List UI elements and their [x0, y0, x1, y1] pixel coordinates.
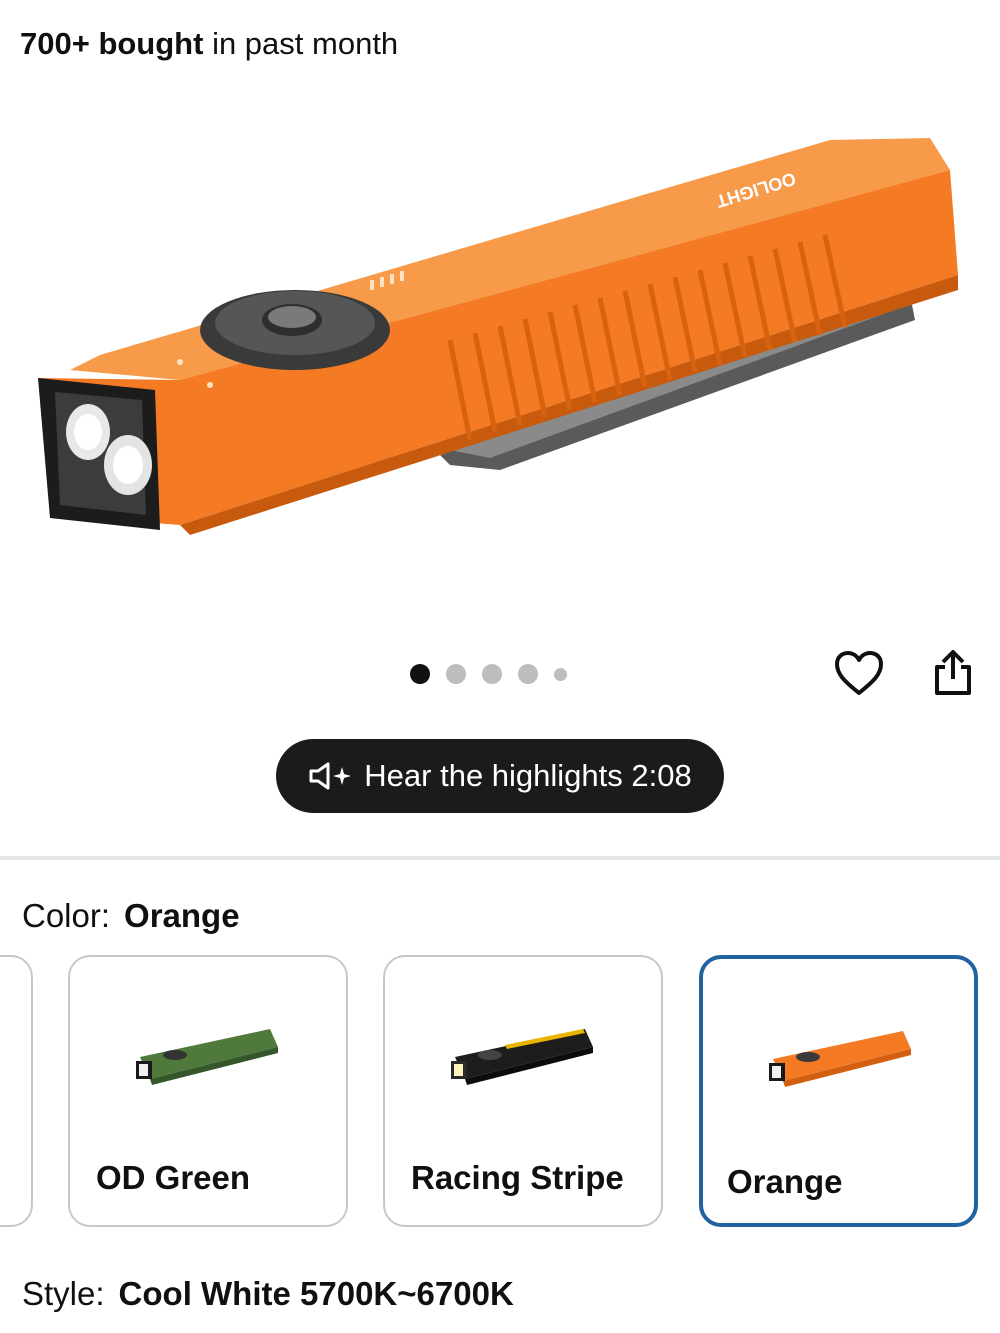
- carousel-dot[interactable]: [554, 667, 567, 681]
- product-page: 700+ bought in past month OOLIGHT Hear t…: [0, 0, 1000, 1333]
- hear-highlights-button[interactable]: Hear the highlights 2:08: [276, 739, 724, 813]
- image-carousel-dots[interactable]: [410, 660, 567, 688]
- style-label: Style:: [22, 1275, 105, 1312]
- swatch-label: OD Green: [96, 1159, 251, 1196]
- share-icon: [935, 650, 971, 695]
- orange-flashlight-image: OOLIGHT: [38, 138, 958, 535]
- speaker-sparkle-icon: [308, 761, 354, 791]
- color-swatch-list[interactable]: OD Green Racing Stripe Orange: [0, 955, 1000, 1230]
- swatch-label: Racing Stripe: [411, 1159, 624, 1196]
- color-label: Color:: [22, 897, 111, 934]
- wishlist-button[interactable]: [830, 646, 888, 700]
- carousel-dot[interactable]: [518, 664, 538, 684]
- hear-highlights-label: Hear the highlights 2:08: [364, 758, 692, 793]
- carousel-dot[interactable]: [482, 664, 502, 684]
- carousel-dot[interactable]: [410, 664, 430, 684]
- carousel-dot[interactable]: [446, 664, 466, 684]
- section-divider: [0, 856, 1000, 860]
- flashlight-thumbnail-green: [130, 1017, 290, 1097]
- style-selection: Style: Cool White 5700K~6700K: [22, 1272, 514, 1316]
- color-value: Orange: [124, 897, 240, 934]
- bought-count: 700+ bought: [20, 26, 204, 61]
- color-swatch-racing-stripe[interactable]: Racing Stripe: [383, 955, 663, 1227]
- product-image[interactable]: OOLIGHT: [30, 120, 970, 560]
- color-swatch-previous[interactable]: [0, 955, 33, 1227]
- bought-count-text: 700+ bought in past month: [20, 24, 398, 64]
- color-selection: Color: Orange: [22, 894, 240, 938]
- flashlight-thumbnail-orange: [763, 1019, 923, 1099]
- heart-icon: [835, 651, 883, 695]
- swatch-label: Orange: [727, 1163, 843, 1200]
- flashlight-thumbnail-racing-stripe: [445, 1017, 605, 1097]
- color-swatch-orange-selected[interactable]: Orange: [699, 955, 978, 1227]
- color-swatch-od-green[interactable]: OD Green: [68, 955, 348, 1227]
- share-button[interactable]: [926, 646, 980, 700]
- style-value: Cool White 5700K~6700K: [118, 1275, 514, 1312]
- bought-suffix: in past month: [203, 26, 399, 61]
